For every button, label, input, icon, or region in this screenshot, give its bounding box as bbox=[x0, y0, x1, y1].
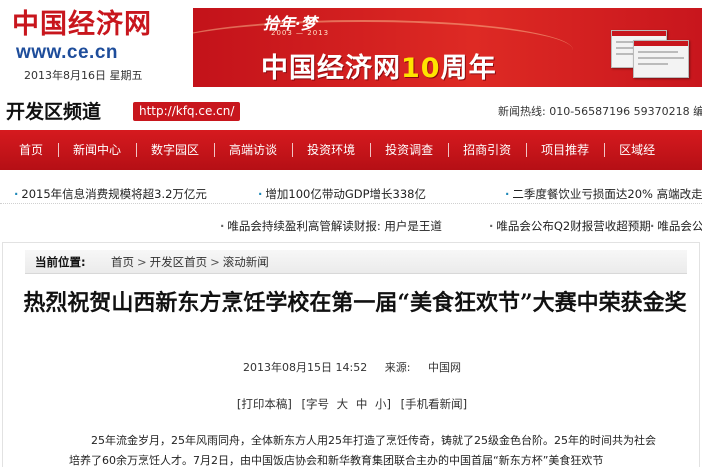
breadcrumb: 当前位置: 首页 > 开发区首页 > 滚动新闻 bbox=[25, 250, 687, 274]
ticker-link[interactable]: 唯品会持续盈利高管解读财报: 用户是王道 bbox=[220, 216, 442, 236]
nav-interview[interactable]: 高端访谈 bbox=[214, 130, 292, 170]
ticker-link[interactable]: 增加100亿带动GDP增长338亿 bbox=[258, 184, 426, 204]
ticker-link[interactable]: 二季度餐饮业亏损面达20% 高端改走 bbox=[505, 184, 702, 204]
site-logo[interactable]: 中国经济网 bbox=[12, 10, 152, 40]
banner-screenshot bbox=[633, 40, 689, 78]
banner-title-suffix: 周年 bbox=[440, 53, 497, 84]
banner-screenshots-image bbox=[611, 24, 695, 82]
nav-news[interactable]: 新闻中心 bbox=[58, 130, 136, 170]
font-size-label: [字号 bbox=[301, 397, 330, 411]
article-title: 热烈祝贺山西新东方烹饪学校在第一届“美食狂欢节”大赛中荣获金奖 bbox=[23, 290, 687, 316]
breadcrumb-item-rolling-news[interactable]: 滚动新闻 bbox=[223, 255, 269, 269]
banner-title-prefix: 中国经济网 bbox=[261, 53, 401, 84]
banner-title: 中国经济网10周年 bbox=[261, 46, 497, 85]
breadcrumb-label: 当前位置: bbox=[35, 255, 86, 269]
nav-home[interactable]: 首页 bbox=[4, 130, 58, 170]
breadcrumb-separator: > bbox=[137, 255, 147, 269]
channel-bar: 开发区频道 http://kfq.ce.cn/ 新闻热线: 010-565871… bbox=[0, 92, 702, 128]
ticker-row-primary: 2015年信息消费规模将超3.2万亿元 增加100亿带动GDP增长338亿 二季… bbox=[0, 184, 702, 204]
anniversary-banner[interactable]: 拾年·梦 2003 — 2013 中国经济网10周年 bbox=[193, 8, 702, 87]
nav-attract[interactable]: 招商引资 bbox=[448, 130, 526, 170]
article-tools: [打印本稿] [字号 大 中 小] [手机看新闻] bbox=[3, 396, 701, 412]
main-navigation: 首页 新闻中心 数字园区 高端访谈 投资环境 投资调查 招商引资 项目推荐 区域… bbox=[0, 130, 702, 170]
breadcrumb-item-zone-home[interactable]: 开发区首页 bbox=[150, 255, 208, 269]
news-hotline: 新闻热线: 010-56587196 59370218 编 bbox=[498, 103, 702, 119]
font-small-button[interactable]: 小] bbox=[375, 397, 391, 411]
site-logo-url[interactable]: www.ce.cn bbox=[16, 42, 118, 64]
date-text: 2013年8月16日 bbox=[24, 69, 106, 82]
article-panel: 当前位置: 首页 > 开发区首页 > 滚动新闻 热烈祝贺山西新东方烹饪学校在第一届“美食… bbox=[2, 242, 700, 467]
print-button[interactable]: [打印本稿] bbox=[237, 397, 292, 411]
article-body: 25年流金岁月，25年风雨同舟，全体新东方人用25年打造了烹饪传奇，铸就了25级… bbox=[69, 434, 656, 467]
nav-survey[interactable]: 投资调查 bbox=[370, 130, 448, 170]
channel-title[interactable]: 开发区频道 bbox=[6, 97, 101, 124]
weekday-text: 星期五 bbox=[109, 69, 143, 82]
site-header: 中国经济网 www.ce.cn 2013年8月16日 星期五 拾年·梦 2003… bbox=[0, 0, 702, 92]
article-source: 来源: 中国网 bbox=[385, 361, 461, 374]
breadcrumb-item-home[interactable]: 首页 bbox=[111, 255, 134, 269]
ticker-row-secondary: 唯品会持续盈利高管解读财报: 用户是王道 唯品会公布Q2财报营收超预期 唯品会公 bbox=[0, 216, 702, 236]
hotline-numbers: 010-56587196 59370218 编 bbox=[549, 105, 702, 118]
breadcrumb-separator: > bbox=[210, 255, 220, 269]
banner-title-number: 10 bbox=[401, 53, 441, 84]
banner-anniversary-years: 2003 — 2013 bbox=[271, 29, 330, 37]
article-datetime: 2013年08月15日 14:52 bbox=[243, 361, 368, 374]
font-large-button[interactable]: 大 bbox=[337, 397, 349, 411]
font-size-control: [字号 大 中 小] bbox=[300, 397, 393, 411]
source-label: 来源: bbox=[384, 361, 411, 374]
news-ticker: 2015年信息消费规模将超3.2万亿元 增加100亿带动GDP增长338亿 二季… bbox=[0, 172, 702, 238]
mobile-news-button[interactable]: [手机看新闻] bbox=[401, 397, 467, 411]
nav-projects[interactable]: 项目推荐 bbox=[526, 130, 604, 170]
breadcrumb-trail: 首页 > 开发区首页 > 滚动新闻 bbox=[111, 250, 269, 274]
current-date: 2013年8月16日 星期五 bbox=[24, 67, 143, 83]
source-name[interactable]: 中国网 bbox=[428, 361, 461, 374]
hotline-label: 新闻热线: bbox=[498, 105, 546, 118]
channel-url-link[interactable]: http://kfq.ce.cn/ bbox=[133, 102, 241, 121]
nav-investment[interactable]: 投资环境 bbox=[292, 130, 370, 170]
nav-digital-park[interactable]: 数字园区 bbox=[136, 130, 214, 170]
ticker-link[interactable]: 唯品会公 bbox=[650, 216, 702, 236]
article-meta: 2013年08月15日 14:52 来源: 中国网 bbox=[3, 359, 701, 375]
nav-regional[interactable]: 区域经 bbox=[604, 130, 670, 170]
nav-list: 首页 新闻中心 数字园区 高端访谈 投资环境 投资调查 招商引资 项目推荐 区域… bbox=[0, 130, 702, 170]
font-medium-button[interactable]: 中 bbox=[356, 397, 368, 411]
ticker-link[interactable]: 唯品会公布Q2财报营收超预期 bbox=[489, 216, 650, 236]
ticker-link[interactable]: 2015年信息消费规模将超3.2万亿元 bbox=[14, 184, 207, 204]
logo-url-text: www.ce.cn bbox=[16, 42, 118, 63]
